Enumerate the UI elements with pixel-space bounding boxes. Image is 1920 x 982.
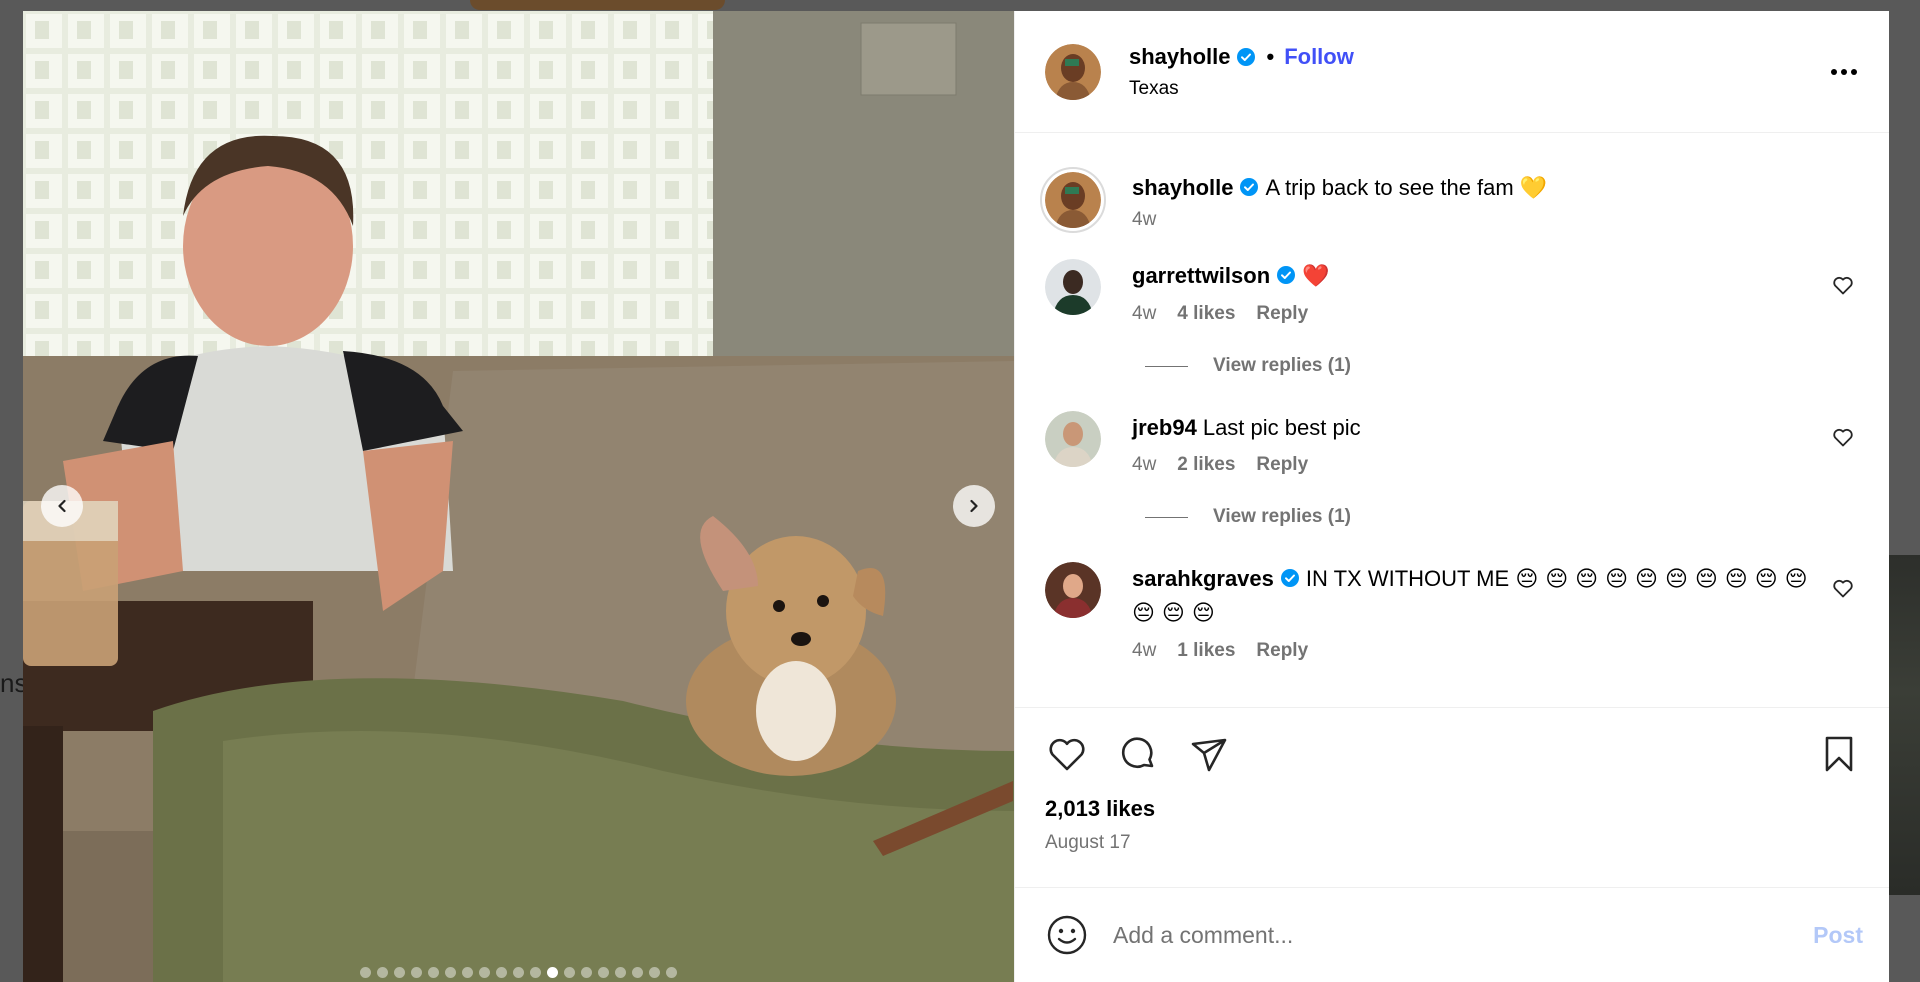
next-photo-button[interactable]: [953, 485, 995, 527]
post-location[interactable]: Texas: [1129, 78, 1354, 100]
comment-likes[interactable]: 4 likes: [1177, 303, 1235, 325]
carousel-dot: [411, 967, 422, 978]
carousel-dot: [564, 967, 575, 978]
comment-time[interactable]: 4w: [1132, 454, 1156, 476]
post-actions: 2,013 likes August 17: [1015, 707, 1889, 887]
carousel-dot: [513, 967, 524, 978]
carousel-dot: [649, 967, 660, 978]
view-replies-button[interactable]: View replies (1): [1145, 506, 1859, 528]
comment-text: Last pic best pic: [1202, 415, 1361, 440]
author-avatar[interactable]: [1045, 43, 1101, 100]
carousel-dot: [479, 967, 490, 978]
comment-likes[interactable]: 1 likes: [1177, 640, 1235, 662]
reply-button[interactable]: Reply: [1256, 640, 1308, 662]
background-image-peek-right: [1888, 555, 1920, 895]
caption-text: A trip back to see the fam: [1265, 175, 1514, 200]
comment-item: jreb94 Last pic best pic 4w 2 likes Reply: [1045, 411, 1859, 476]
carousel-dot: [428, 967, 439, 978]
bookmark-icon[interactable]: [1819, 732, 1859, 776]
comment-input[interactable]: [1113, 921, 1814, 949]
background-image-peek: [470, 0, 725, 10]
verified-icon: [1240, 178, 1259, 197]
comment-time[interactable]: 4w: [1132, 640, 1156, 662]
caption-time[interactable]: 4w: [1132, 209, 1156, 231]
carousel-dot: [445, 967, 456, 978]
add-comment-bar: Post: [1015, 887, 1889, 982]
carousel-dot: [394, 967, 405, 978]
heart-icon[interactable]: [1045, 732, 1089, 776]
verified-icon: [1237, 47, 1256, 66]
comment-text: IN TX WITHOUT ME: [1305, 566, 1510, 591]
comment-emoji: ❤️: [1302, 264, 1330, 289]
carousel-dot: [666, 967, 677, 978]
header-separator: •: [1266, 43, 1275, 69]
author-username[interactable]: shayholle: [1129, 44, 1230, 70]
caption-emoji: 💛: [1519, 176, 1548, 201]
post-comment-button[interactable]: Post: [1813, 922, 1863, 949]
verified-icon: [1280, 569, 1299, 588]
comment-username[interactable]: garrettwilson: [1132, 263, 1270, 288]
post-date[interactable]: August 17: [1045, 832, 1859, 854]
carousel-dot: [496, 967, 507, 978]
carousel-dot: [360, 967, 371, 978]
carousel-dot: [598, 967, 609, 978]
more-options-button[interactable]: [1831, 69, 1857, 75]
post-sidebar: shayholle • Follow Texas shayholle A tri…: [1014, 11, 1889, 982]
reply-button[interactable]: Reply: [1256, 454, 1308, 476]
carousel-dot: [615, 967, 626, 978]
share-icon[interactable]: [1187, 732, 1231, 776]
chevron-left-icon: [58, 499, 66, 513]
follow-button[interactable]: Follow: [1284, 44, 1354, 70]
verified-icon: [1277, 266, 1296, 285]
post-modal: shayholle • Follow Texas shayholle A tri…: [23, 11, 1889, 982]
comment-item: garrettwilson ❤️ 4w 4 likes Reply: [1045, 259, 1859, 325]
comment-username[interactable]: sarahkgraves: [1132, 566, 1274, 591]
carousel-dot: [547, 967, 558, 978]
reply-button[interactable]: Reply: [1256, 303, 1308, 325]
more-icon: [1831, 69, 1837, 75]
comment-item: sarahkgraves IN TX WITHOUT ME 😔 😔 😔 😔 😔 😔…: [1045, 562, 1859, 662]
smiley-icon[interactable]: [1045, 913, 1089, 957]
carousel-indicator: [23, 967, 1014, 978]
carousel-dot: [632, 967, 643, 978]
commenter-avatar[interactable]: [1045, 259, 1101, 315]
heart-icon[interactable]: [1831, 425, 1855, 449]
comment-time[interactable]: 4w: [1132, 303, 1156, 325]
post-photo: [23, 11, 1014, 982]
commenter-avatar[interactable]: [1045, 562, 1101, 618]
comments-list[interactable]: shayholle A trip back to see the fam 💛 4w…: [1015, 133, 1889, 707]
view-replies-button[interactable]: View replies (1): [1145, 355, 1859, 377]
likes-count[interactable]: 2,013 likes: [1045, 796, 1859, 822]
commenter-avatar[interactable]: [1045, 411, 1101, 467]
previous-photo-button[interactable]: [41, 485, 83, 527]
comment-username[interactable]: jreb94: [1132, 415, 1197, 440]
post-media: [23, 11, 1014, 982]
comment-likes[interactable]: 2 likes: [1177, 454, 1235, 476]
caption: shayholle A trip back to see the fam 💛 4w: [1040, 167, 1859, 233]
heart-icon[interactable]: [1831, 273, 1855, 297]
chevron-right-icon: [970, 499, 978, 513]
carousel-dot: [462, 967, 473, 978]
carousel-dot: [530, 967, 541, 978]
heart-icon[interactable]: [1831, 576, 1855, 600]
carousel-dot: [581, 967, 592, 978]
caption-avatar[interactable]: [1040, 167, 1106, 233]
carousel-dot: [377, 967, 388, 978]
post-header: shayholle • Follow Texas: [1015, 11, 1889, 133]
comment-icon[interactable]: [1116, 732, 1160, 776]
caption-username[interactable]: shayholle: [1132, 175, 1233, 200]
